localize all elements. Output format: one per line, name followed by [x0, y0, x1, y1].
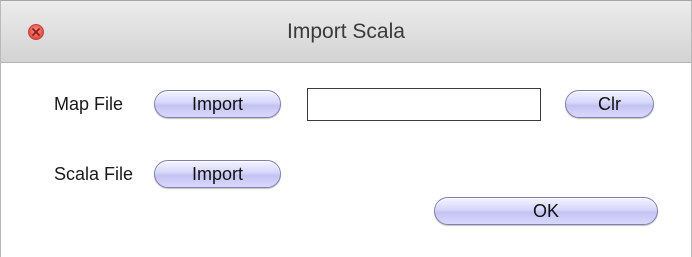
close-icon	[32, 28, 40, 36]
map-file-label: Map File	[54, 94, 124, 114]
scala-file-import-button[interactable]: Import	[154, 160, 281, 188]
close-button[interactable]	[28, 24, 44, 40]
scala-file-label: Scala File	[54, 164, 134, 184]
title-bar: Import Scala	[1, 1, 691, 63]
import-scala-dialog: Import Scala Map File Import Clr Scala F…	[0, 0, 692, 257]
ok-button[interactable]: OK	[434, 197, 658, 225]
window-title: Import Scala	[287, 20, 405, 43]
map-file-import-button[interactable]: Import	[154, 90, 281, 118]
clear-button[interactable]: Clr	[565, 90, 654, 118]
map-file-path-field[interactable]	[307, 88, 541, 121]
